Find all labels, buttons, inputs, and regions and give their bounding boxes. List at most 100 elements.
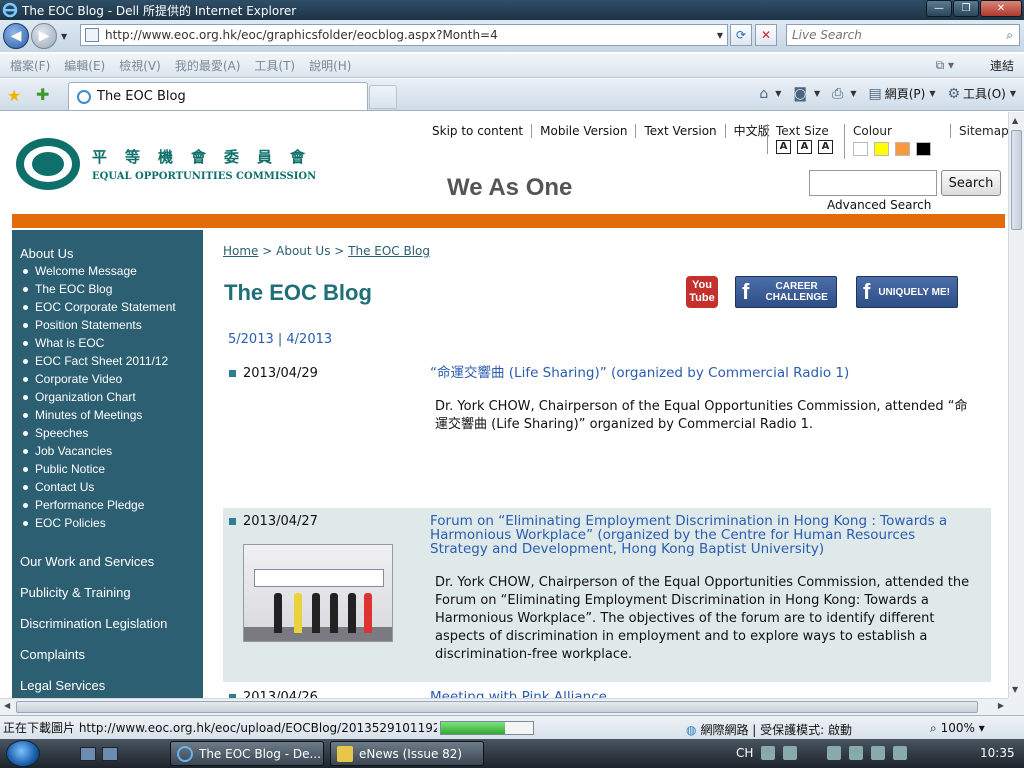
advanced-search-link[interactable]: Advanced Search — [827, 198, 931, 212]
menu-file[interactable]: 檔案(F) — [0, 57, 57, 74]
entry-photo[interactable] — [243, 544, 393, 642]
menu-view[interactable]: 檢視(V) — [112, 57, 168, 74]
menu-favorites[interactable]: 我的最愛(A) — [168, 57, 248, 74]
career-challenge-button[interactable]: f CAREER CHALLENGE — [735, 276, 837, 308]
add-favorite-icon[interactable]: ✚ — [36, 85, 49, 104]
sidebar-item-public-notice[interactable]: Public Notice — [20, 460, 203, 478]
home-button[interactable]: ⌂ ▼ — [759, 86, 781, 102]
sidebar-item-contact-us[interactable]: Contact Us — [20, 478, 203, 496]
address-url[interactable]: http://www.eoc.org.hk/eoc/graphicsfolder… — [105, 28, 498, 42]
sidebar-section-publicity[interactable]: Publicity & Training — [20, 577, 203, 608]
links-button[interactable]: 連結 — [990, 57, 1014, 74]
colour-swatch-white[interactable] — [853, 142, 868, 156]
scroll-right-icon[interactable]: ▶ — [998, 701, 1004, 710]
start-button[interactable] — [6, 740, 40, 767]
taskbar-enews-button[interactable]: eNews (Issue 82) — [330, 741, 484, 766]
antivirus-icon[interactable] — [849, 746, 864, 760]
scroll-up-icon[interactable]: ▲ — [1012, 116, 1018, 125]
mobile-version-link[interactable]: Mobile Version — [531, 124, 635, 138]
vertical-scrollbar[interactable]: ▲ ▼ — [1008, 112, 1024, 698]
site-search-input[interactable] — [809, 170, 937, 196]
back-button[interactable]: ◀ — [3, 23, 29, 49]
month-link-5-2013[interactable]: 5/2013 — [228, 332, 274, 347]
sidebar-item-corporate-statement[interactable]: EOC Corporate Statement — [20, 298, 203, 316]
network-icon[interactable] — [871, 746, 886, 760]
entry-title-link[interactable]: Forum on “Eliminating Employment Discrim… — [430, 514, 970, 556]
favorites-star-icon[interactable]: ★ — [7, 86, 21, 105]
breadcrumb-current[interactable]: The EOC Blog — [348, 244, 430, 258]
tray-app-icon[interactable] — [827, 746, 842, 760]
home-dropdown-icon[interactable]: ▼ — [775, 89, 781, 98]
live-search-box[interactable]: ⌕ — [786, 24, 1020, 46]
sidebar-item-fact-sheet[interactable]: EOC Fact Sheet 2011/12 — [20, 352, 203, 370]
text-size-small-button[interactable]: A — [776, 140, 791, 154]
sidebar-item-eoc-blog[interactable]: The EOC Blog — [20, 280, 203, 298]
sidebar-item-performance-pledge[interactable]: Performance Pledge — [20, 496, 203, 514]
menu-tools[interactable]: 工具(T) — [247, 57, 302, 74]
text-size-medium-button[interactable]: A — [797, 140, 812, 154]
tools-dropdown-icon[interactable]: ▼ — [1010, 89, 1016, 98]
forward-button[interactable]: ▶ — [31, 23, 57, 49]
sidebar-item-eoc-policies[interactable]: EOC Policies — [20, 514, 203, 532]
uniquely-me-button[interactable]: f UNIQUELY ME! — [856, 276, 958, 308]
print-dropdown-icon[interactable]: ▼ — [850, 89, 856, 98]
sidebar-item-position-statements[interactable]: Position Statements — [20, 316, 203, 334]
entry-title-link[interactable]: “命運交響曲 (Life Sharing)” (organized by Com… — [430, 366, 970, 380]
menu-help[interactable]: 說明(H) — [302, 57, 358, 74]
new-tab-button[interactable] — [369, 85, 397, 109]
close-button[interactable]: ✕ — [980, 0, 1022, 17]
scroll-down-icon[interactable]: ▼ — [1012, 685, 1018, 694]
site-search-button[interactable]: Search — [941, 170, 1001, 196]
volume-icon[interactable] — [893, 746, 908, 760]
stop-button[interactable]: ✕ — [755, 24, 777, 46]
address-dropdown-icon[interactable]: ▼ — [717, 31, 723, 40]
feeds-dropdown-icon[interactable]: ▼ — [814, 89, 820, 98]
sidebar-section-complaints[interactable]: Complaints — [20, 639, 203, 670]
youtube-button[interactable]: You Tube — [686, 276, 718, 308]
language-indicator[interactable]: CH — [736, 746, 753, 760]
text-version-link[interactable]: Text Version — [635, 124, 724, 138]
colour-swatch-yellow[interactable] — [874, 142, 889, 156]
sitemap-link[interactable]: Sitemap — [950, 124, 1008, 138]
feeds-button[interactable]: ◙ ▼ — [793, 86, 820, 102]
entry-title-link[interactable]: Meeting with Pink Alliance — [430, 690, 970, 698]
tools-menu-button[interactable]: ⚙ 工具(O) ▼ — [947, 85, 1016, 102]
tab-eoc-blog[interactable]: The EOC Blog — [68, 82, 368, 110]
horizontal-scroll-thumb[interactable] — [16, 701, 978, 713]
month-link-4-2013[interactable]: 4/2013 — [286, 332, 332, 347]
sidebar-item-job-vacancies[interactable]: Job Vacancies — [20, 442, 203, 460]
sidebar-item-corporate-video[interactable]: Corporate Video — [20, 370, 203, 388]
colour-swatch-orange[interactable] — [895, 142, 910, 156]
vertical-scroll-thumb[interactable] — [1011, 130, 1022, 230]
colour-swatch-black[interactable] — [916, 142, 931, 156]
sidebar-item-what-is-eoc[interactable]: What is EOC — [20, 334, 203, 352]
text-size-large-button[interactable]: A — [818, 140, 833, 154]
page-dropdown-icon[interactable]: ▼ — [929, 89, 935, 98]
address-bar[interactable]: http://www.eoc.org.hk/eoc/graphicsfolder… — [80, 24, 728, 46]
sidebar-item-welcome-message[interactable]: Welcome Message — [20, 262, 203, 280]
scroll-left-icon[interactable]: ◀ — [4, 701, 10, 710]
history-dropdown-icon[interactable]: ▼ — [61, 32, 67, 41]
search-icon[interactable]: ⌕ — [1006, 28, 1013, 43]
switch-windows-icon[interactable] — [102, 747, 118, 761]
sidebar-item-organization-chart[interactable]: Organization Chart — [20, 388, 203, 406]
minimize-button[interactable]: — — [926, 0, 952, 17]
keyboard-icon[interactable] — [761, 746, 776, 760]
sidebar-section-our-work[interactable]: Our Work and Services — [20, 546, 203, 577]
zoom-level[interactable]: ⌕ 100% ▾ — [930, 721, 985, 736]
live-search-input[interactable] — [792, 28, 982, 42]
taskbar-ie-button[interactable]: The EOC Blog - De... — [170, 741, 324, 766]
horizontal-scrollbar[interactable]: ◀ ▶ — [0, 698, 1008, 715]
breadcrumb-home[interactable]: Home — [223, 244, 258, 258]
refresh-button[interactable]: ⟳ — [730, 24, 752, 46]
security-zone[interactable]: ◍ 網際網路 | 受保護模式: 啟動 — [686, 721, 852, 738]
restore-button[interactable]: ❐ — [953, 0, 979, 17]
translate-icon[interactable]: ⧉ ▾ — [936, 58, 954, 73]
page-menu-button[interactable]: ▤ 網頁(P) ▼ — [868, 85, 935, 102]
skip-to-content-link[interactable]: Skip to content — [432, 124, 531, 138]
help-icon[interactable] — [783, 746, 798, 760]
sidebar-section-about-us[interactable]: About Us — [20, 246, 203, 261]
sidebar-item-minutes-of-meetings[interactable]: Minutes of Meetings — [20, 406, 203, 424]
sidebar-item-speeches[interactable]: Speeches — [20, 424, 203, 442]
print-button[interactable]: ⎙ ▼ — [832, 86, 856, 102]
